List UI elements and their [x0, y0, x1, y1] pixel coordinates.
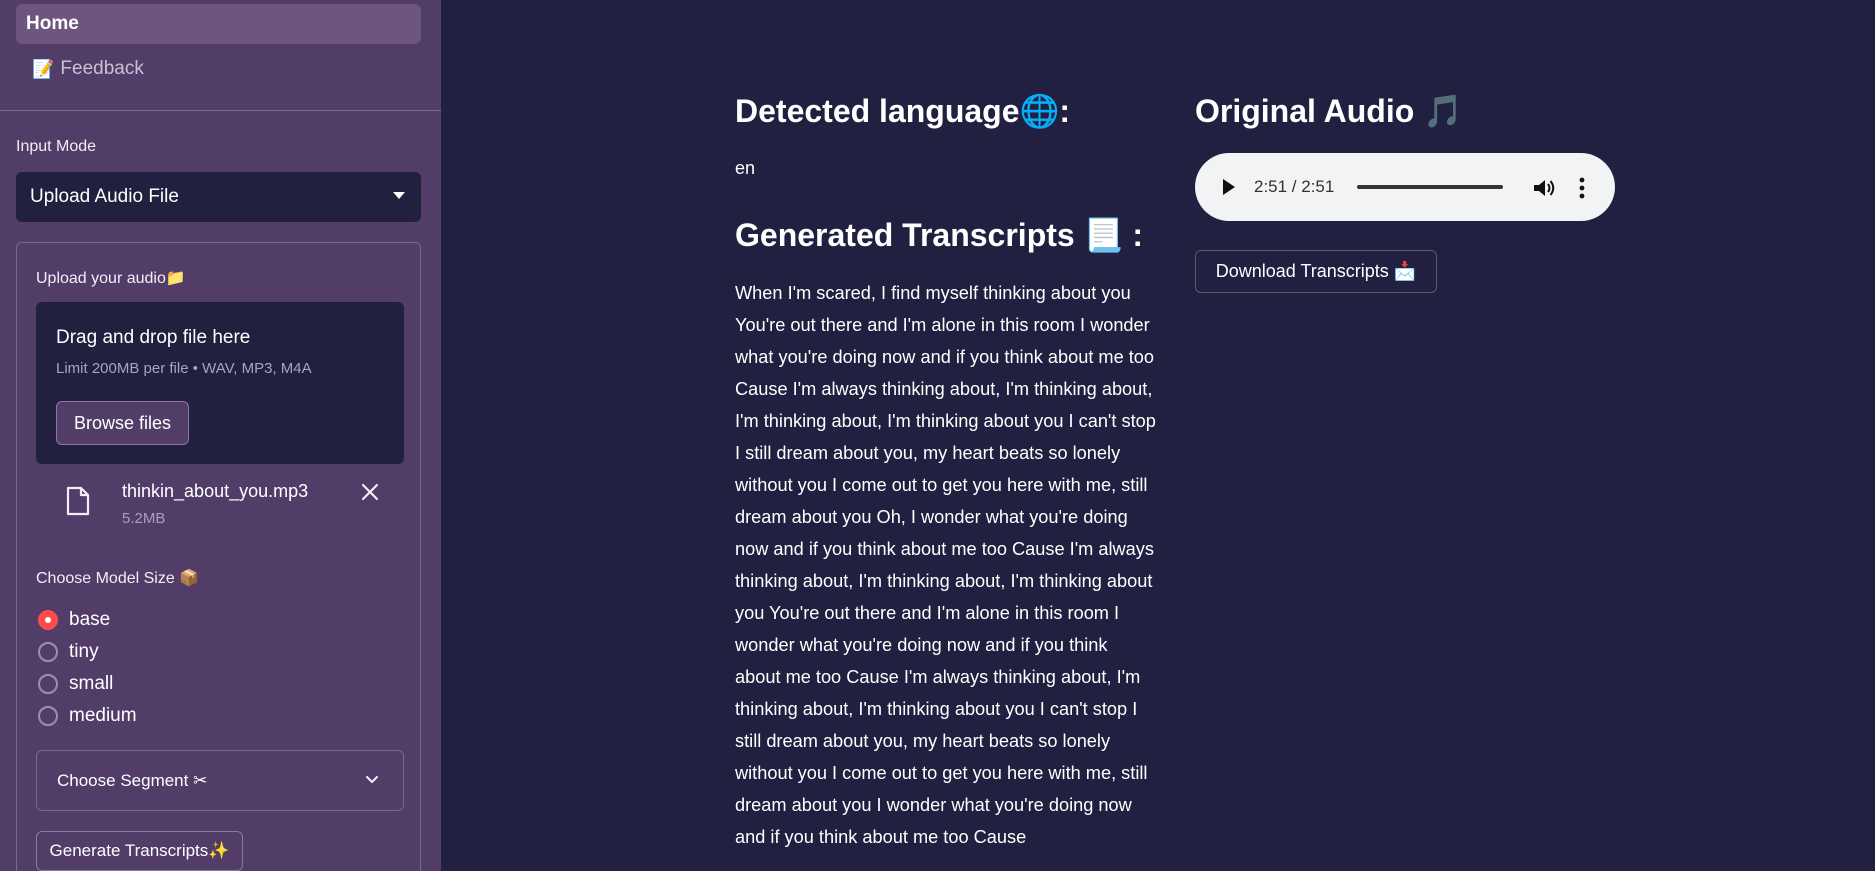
nav-label-feedback: Feedback — [60, 58, 144, 79]
detected-language-value: en — [735, 158, 756, 178]
file-dropzone[interactable]: Drag and drop file here Limit 200MB per … — [36, 302, 404, 464]
transcript-text: When I'm scared, I find myself thinking … — [735, 283, 1156, 847]
dropzone-limit: Limit 200MB per file • WAV, MP3, M4A — [56, 360, 312, 377]
more-options-icon[interactable] — [1579, 177, 1585, 199]
radio-option-tiny[interactable]: tiny — [38, 639, 99, 665]
segment-label: Choose Segment — [57, 770, 189, 790]
radio-option-small[interactable]: small — [38, 671, 113, 697]
generate-label: Generate Transcripts — [49, 841, 209, 860]
generated-transcripts-heading: Generated Transcripts 📃 : — [735, 216, 1143, 254]
generated-transcripts-text: Generated Transcripts — [735, 217, 1075, 253]
model-size-label: Choose Model Size 📦 — [36, 568, 199, 588]
sparkles-icon: ✨ — [208, 841, 230, 860]
original-audio-heading: Original Audio 🎵 — [1195, 92, 1463, 130]
model-size-label-text: Choose Model Size — [36, 570, 175, 587]
detected-language-colon: : — [1059, 93, 1071, 129]
folder-icon: 📁 — [165, 270, 186, 287]
radio-label-medium: medium — [69, 705, 137, 726]
caret-down-icon — [393, 192, 405, 199]
uploaded-file-size: 5.2MB — [122, 510, 166, 527]
audio-time: 2:51 / 2:51 — [1254, 177, 1335, 196]
music-note-icon: 🎵 — [1423, 93, 1463, 129]
globe-icon: 🌐 — [1019, 93, 1060, 129]
input-mode-select[interactable]: Upload Audio File — [16, 172, 421, 222]
browse-files-button[interactable]: Browse files — [56, 401, 189, 445]
input-mode-label: Input Mode — [16, 138, 97, 155]
download-label: Download Transcripts — [1215, 261, 1389, 281]
nav-item-feedback[interactable]: 📝 Feedback — [16, 49, 421, 89]
radio-label-tiny: tiny — [69, 641, 99, 662]
generate-transcripts-button[interactable]: Generate Transcripts ✨ — [36, 831, 243, 871]
radio-unselected-icon — [38, 706, 58, 726]
play-icon[interactable] — [1223, 179, 1235, 195]
audio-progress-track[interactable] — [1357, 185, 1503, 189]
page-icon: 📃 — [1083, 217, 1124, 253]
close-icon[interactable] — [361, 483, 379, 501]
memo-icon: 📝 — [32, 58, 55, 79]
nav-item-home[interactable]: Home — [16, 4, 421, 44]
generated-transcripts-colon: : — [1132, 217, 1143, 253]
volume-icon[interactable] — [1532, 177, 1556, 199]
original-audio-text: Original Audio — [1195, 93, 1415, 129]
radio-unselected-icon — [38, 674, 58, 694]
radio-option-medium[interactable]: medium — [38, 703, 137, 729]
upload-label-text: Upload your audio — [36, 270, 166, 287]
input-mode-value: Upload Audio File — [30, 186, 179, 207]
nav-label-home: Home — [26, 13, 79, 34]
package-icon: 📦 — [179, 570, 200, 587]
uploaded-file-name: thinkin_about_you.mp3 — [122, 481, 309, 501]
detected-language-text: Detected language — [735, 93, 1020, 129]
radio-label-small: small — [69, 673, 114, 694]
chevron-down-icon — [366, 776, 378, 783]
inbox-icon: 📩 — [1393, 261, 1417, 281]
scissors-icon: ✂ — [193, 770, 208, 790]
radio-label-base: base — [69, 609, 111, 630]
sidebar-divider — [0, 110, 441, 111]
dropzone-title: Drag and drop file here — [56, 327, 251, 348]
detected-language-heading: Detected language🌐: — [735, 92, 1070, 130]
choose-segment-expander[interactable]: Choose Segment ✂ — [36, 750, 404, 811]
audio-player[interactable]: 2:51 / 2:51 — [1195, 153, 1615, 221]
radio-option-base[interactable]: base — [38, 607, 110, 633]
radio-selected-icon — [38, 610, 58, 630]
upload-label: Upload your audio📁 — [36, 268, 186, 288]
radio-unselected-icon — [38, 642, 58, 662]
sidebar: Home 📝 Feedback Input Mode Upload Audio … — [0, 0, 441, 871]
file-icon — [66, 486, 90, 516]
download-transcripts-button[interactable]: Download Transcripts 📩 — [1195, 250, 1437, 293]
